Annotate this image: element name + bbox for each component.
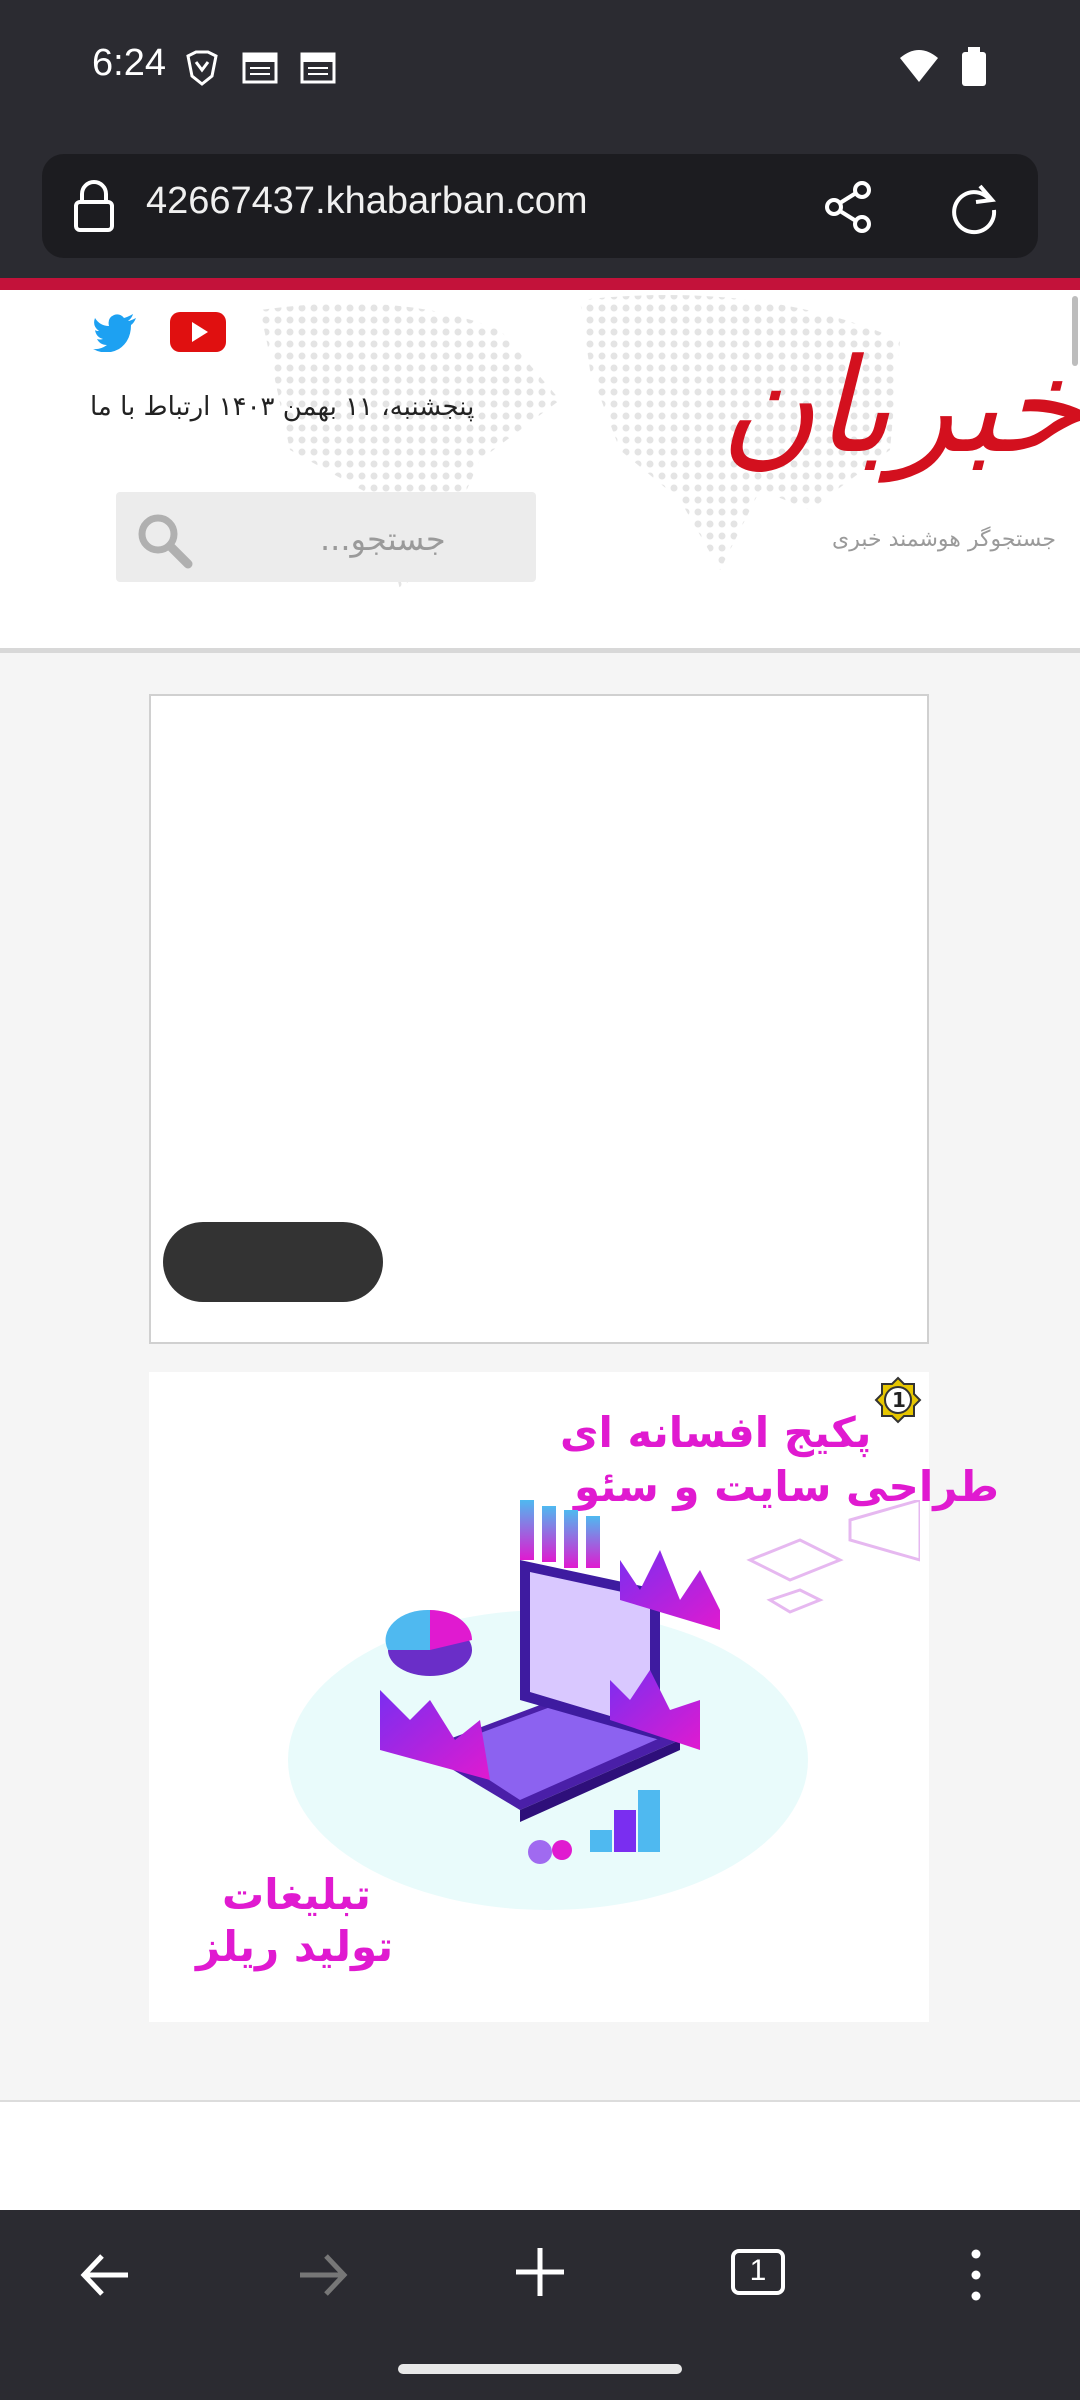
youtube-icon[interactable] (170, 312, 226, 352)
header-divider (0, 648, 1080, 653)
calendar-icon (242, 52, 278, 84)
reload-icon[interactable] (946, 180, 1002, 236)
ad-badge-number: 1 (892, 1388, 906, 1412)
lock-icon (74, 180, 114, 232)
twitter-icon[interactable] (92, 312, 138, 352)
site-tagline: جستجوگر هوشمند خبری (832, 527, 1056, 552)
ad-title-line1: پکیج افسانه ای (560, 1408, 872, 1457)
ad-placeholder-pill[interactable] (163, 1222, 383, 1302)
new-tab-icon[interactable] (514, 2246, 566, 2298)
search-icon[interactable] (134, 510, 194, 570)
ad-illustration (288, 1500, 920, 1910)
brave-icon (186, 50, 218, 86)
status-time: 6:24 (92, 42, 166, 84)
battery-icon (962, 47, 986, 86)
forward-icon[interactable] (296, 2250, 350, 2300)
share-icon[interactable] (822, 180, 876, 234)
tab-count[interactable]: 1 (730, 2254, 786, 2288)
ad-bottom-line1: تبلیغات (222, 1870, 371, 1919)
scrollbar[interactable] (1072, 296, 1078, 366)
search-placeholder: جستجو... (320, 520, 446, 558)
site-accent-bar (0, 278, 1080, 290)
site-logo[interactable]: خبربان (720, 330, 1080, 482)
back-icon[interactable] (78, 2250, 132, 2300)
home-indicator[interactable] (398, 2364, 682, 2374)
date-and-contact[interactable]: پنجشنبه، ۱۱ بهمن ۱۴۰۳ ارتباط با ما (90, 392, 474, 422)
menu-icon[interactable] (966, 2248, 986, 2302)
calendar-icon (300, 52, 336, 84)
wifi-icon (900, 50, 938, 82)
url-text[interactable]: 42667437.khabarban.com (146, 180, 588, 223)
content-card[interactable] (0, 2100, 1080, 2212)
ad-bottom-line2: تولید ریلز (196, 1922, 394, 1971)
